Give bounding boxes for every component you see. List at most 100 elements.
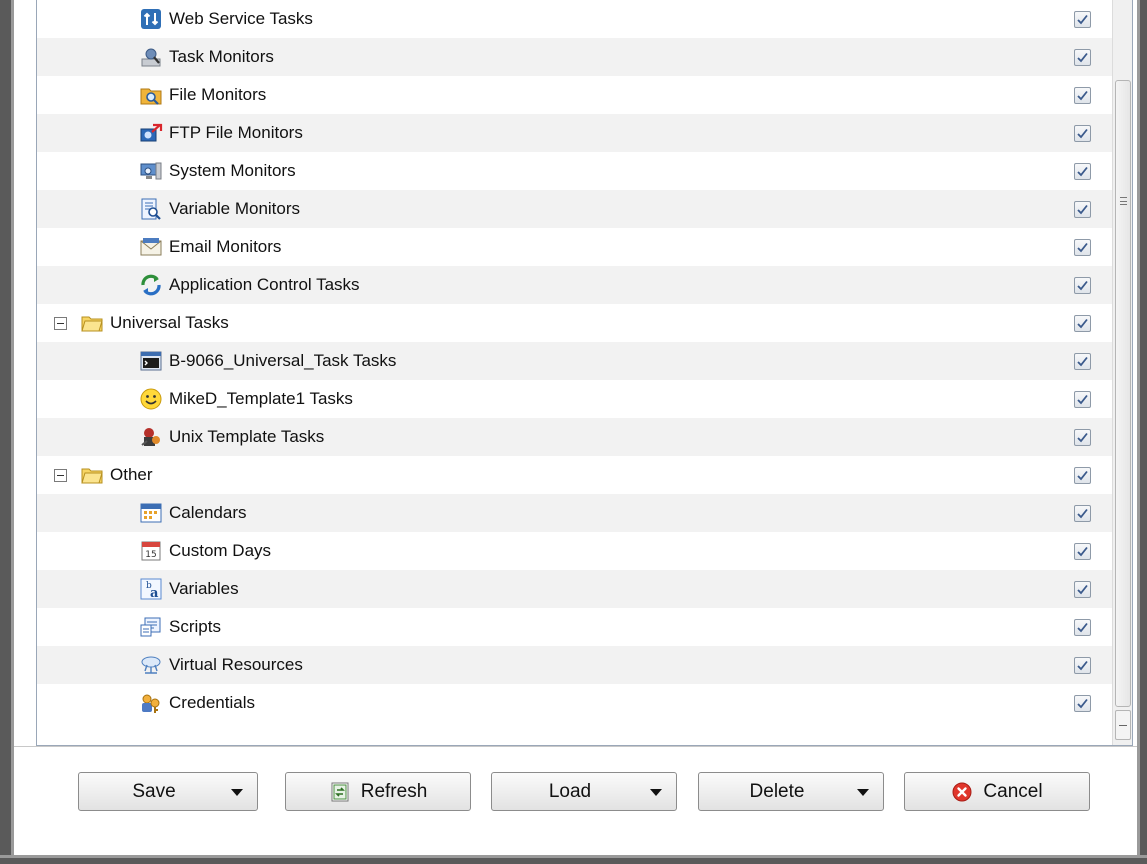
tree-group-row[interactable]: Universal Tasks — [37, 304, 1113, 342]
tree-row-label: B-9066_Universal_Task Tasks — [169, 351, 397, 370]
tree-row-label: Custom Days — [169, 541, 272, 560]
svg-text:15: 15 — [145, 550, 156, 560]
save-button-label: Save — [132, 780, 176, 802]
include-checkbox[interactable] — [1074, 163, 1091, 180]
window-frame-bottom — [0, 855, 1147, 864]
application-control-icon — [139, 273, 163, 297]
folder-icon — [80, 311, 104, 335]
include-checkbox[interactable] — [1074, 467, 1091, 484]
tree-row-label: Credentials — [169, 693, 255, 712]
tree-row-label: Virtual Resources — [169, 655, 303, 674]
task-monitor-icon — [139, 45, 163, 69]
tree-item-row[interactable]: Application Control Tasks — [37, 266, 1113, 304]
definition-tree: Web Service Tasks Task Monitors File Monit… — [36, 0, 1133, 746]
include-checkbox[interactable] — [1074, 125, 1091, 142]
ftp-file-monitor-icon — [139, 121, 163, 145]
smiley-icon — [139, 387, 163, 411]
include-checkbox[interactable] — [1074, 201, 1091, 218]
scrollbar-grip-icon — [1120, 197, 1127, 205]
tree-item-row[interactable]: 15 Custom Days — [37, 532, 1113, 570]
collapse-icon[interactable] — [54, 316, 67, 330]
load-button-label: Load — [548, 780, 592, 802]
include-checkbox[interactable] — [1074, 505, 1091, 522]
variable-monitor-icon — [139, 197, 163, 221]
variable-icon: ba — [139, 577, 163, 601]
refresh-button[interactable]: Refresh — [285, 772, 471, 811]
tree-item-row[interactable]: File Monitors — [37, 76, 1113, 114]
include-checkbox[interactable] — [1074, 391, 1091, 408]
tree-item-row[interactable]: Virtual Resources — [37, 646, 1113, 684]
include-checkbox[interactable] — [1074, 657, 1091, 674]
include-checkbox[interactable] — [1074, 543, 1091, 560]
include-checkbox[interactable] — [1074, 315, 1091, 332]
tree-row-label: FTP File Monitors — [169, 123, 303, 142]
cancel-button-label: Cancel — [983, 780, 1043, 802]
include-checkbox[interactable] — [1074, 49, 1091, 66]
tree-item-row[interactable]: b a Variables — [37, 570, 1113, 608]
email-monitor-icon — [139, 235, 163, 259]
virtual-resource-icon — [139, 653, 163, 677]
export-dialog-panel: Web Service Tasks Task Monitors File Monit… — [14, 0, 1137, 855]
include-checkbox[interactable] — [1074, 239, 1091, 256]
script-icon — [139, 615, 163, 639]
tree-item-row[interactable]: FTP File Monitors — [37, 114, 1113, 152]
tree-item-row[interactable]: System Monitors — [37, 152, 1113, 190]
include-checkbox[interactable] — [1074, 619, 1091, 636]
tree-row-label: Web Service Tasks — [169, 9, 313, 28]
include-checkbox[interactable] — [1074, 11, 1091, 28]
include-checkbox[interactable] — [1074, 353, 1091, 370]
tree-row-label: Variables — [169, 579, 239, 598]
tree-item-row[interactable]: Task Monitors — [37, 38, 1113, 76]
chevron-down-icon[interactable] — [231, 789, 243, 796]
web-service-icon — [139, 7, 163, 31]
delete-button-label: Delete — [749, 780, 805, 802]
tree-row-label: Scripts — [169, 617, 221, 636]
cancel-button[interactable]: Cancel — [904, 772, 1090, 811]
tree-row-label: System Monitors — [169, 161, 296, 180]
tree-item-row[interactable]: Email Monitors — [37, 228, 1113, 266]
save-button[interactable]: Save — [78, 772, 258, 811]
collapse-icon[interactable] — [54, 468, 67, 482]
tree-row-label: Calendars — [169, 503, 247, 522]
include-checkbox[interactable] — [1074, 429, 1091, 446]
include-checkbox[interactable] — [1074, 87, 1091, 104]
tree-row-label: Other — [110, 465, 153, 484]
tree-item-row[interactable]: Credentials — [37, 684, 1113, 722]
file-monitor-icon — [139, 83, 163, 107]
include-checkbox[interactable] — [1074, 581, 1091, 598]
load-button[interactable]: Load — [491, 772, 677, 811]
tree-row-label: Task Monitors — [169, 47, 274, 66]
svg-text:a: a — [150, 586, 159, 601]
folder-icon — [80, 463, 104, 487]
tree-item-row[interactable]: Unix Template Tasks — [37, 418, 1113, 456]
custom-day-icon: 15 — [139, 539, 163, 563]
include-checkbox[interactable] — [1074, 277, 1091, 294]
delete-button[interactable]: Delete — [698, 772, 884, 811]
include-checkbox[interactable] — [1074, 695, 1091, 712]
credentials-icon — [139, 691, 163, 715]
scroll-down-button[interactable] — [1115, 710, 1131, 740]
scrollbar-thumb[interactable] — [1115, 80, 1131, 707]
tree-item-row[interactable]: Variable Monitors — [37, 190, 1113, 228]
system-monitor-icon — [139, 159, 163, 183]
window-frame-left — [0, 0, 14, 864]
calendar-icon — [139, 501, 163, 525]
tree-row-label: Variable Monitors — [169, 199, 301, 218]
tree-group-row[interactable]: Other — [37, 456, 1113, 494]
tree-item-row[interactable]: B-9066_Universal_Task Tasks — [37, 342, 1113, 380]
tree-item-row[interactable]: MikeD_Template1 Tasks — [37, 380, 1113, 418]
window-frame-right — [1137, 0, 1147, 864]
chevron-down-icon[interactable] — [857, 789, 869, 796]
tree-row-label: Email Monitors — [169, 237, 282, 256]
tree-item-row[interactable]: Scripts — [37, 608, 1113, 646]
refresh-icon — [329, 781, 351, 803]
chevron-down-icon[interactable] — [650, 789, 662, 796]
tree-row-label: Universal Tasks — [110, 313, 229, 332]
vertical-scrollbar[interactable] — [1112, 0, 1132, 745]
tree-item-row[interactable]: Web Service Tasks — [37, 0, 1113, 38]
tree-row-label: Application Control Tasks — [169, 275, 360, 294]
unix-template-icon — [139, 425, 163, 449]
tree-item-row[interactable]: Calendars — [37, 494, 1113, 532]
button-bar: Save Refresh Load Delete Cancel — [14, 746, 1137, 855]
tree-row-label: File Monitors — [169, 85, 267, 104]
